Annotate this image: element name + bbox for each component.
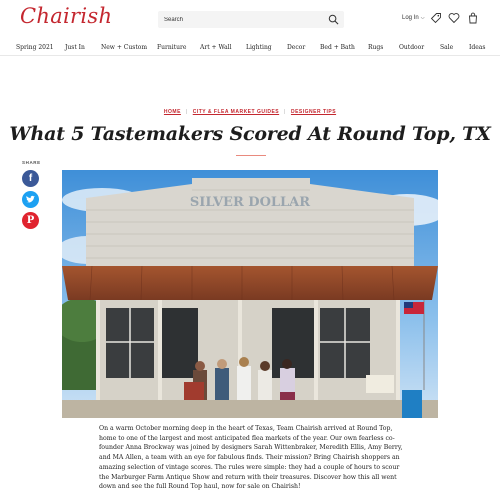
breadcrumb-designer-tips[interactable]: DESIGNER TIPS [291, 109, 336, 115]
nav-item-outdoor[interactable]: Outdoor [399, 44, 424, 51]
search-input[interactable] [164, 11, 324, 28]
article-body: On a warm October morning deep in the he… [99, 425, 403, 491]
nav-item-furniture[interactable]: Furniture [157, 44, 186, 51]
title-divider [236, 155, 266, 156]
share-label: SHARE [22, 160, 41, 165]
page-title: What 5 Tastemakers Scored At Round Top, … [9, 123, 491, 145]
nav-item-decor[interactable]: Decor [287, 44, 305, 51]
nav-item-art-wall[interactable]: Art + Wall [200, 44, 232, 51]
chevron-down-icon: ⌵ [420, 15, 425, 21]
nav-item-rugs[interactable]: Rugs [368, 44, 383, 51]
building-sign: SILVER DOLLAR [190, 195, 310, 210]
facebook-icon[interactable]: f [22, 170, 39, 187]
search-bar[interactable] [158, 11, 344, 28]
heart-icon[interactable] [448, 12, 460, 24]
cart-icon[interactable] [467, 12, 479, 24]
nav-item-lighting[interactable]: Lighting [246, 44, 272, 51]
chairish-logo[interactable]: Chairish [20, 4, 112, 28]
main-nav: Spring 2021 Just In New + Custom Furnitu… [0, 40, 500, 56]
nav-item-new-custom[interactable]: New + Custom [101, 44, 147, 51]
login-label: Log In [402, 15, 419, 21]
breadcrumb-home[interactable]: HOME [164, 109, 181, 115]
hero-photo: SILVER DOLLAR [62, 170, 438, 418]
site-header: Chairish Log In⌵ [0, 0, 500, 38]
pinterest-icon[interactable]: P [22, 212, 39, 229]
breadcrumb-city-flea-market-guides[interactable]: CITY & FLEA MARKET GUIDES [193, 109, 279, 115]
breadcrumb: HOME | CITY & FLEA MARKET GUIDES | DESIGNER … [163, 109, 337, 115]
tag-icon[interactable] [430, 12, 442, 24]
twitter-icon[interactable] [22, 191, 39, 208]
nav-item-spring-2021[interactable]: Spring 2021 [16, 44, 54, 51]
nav-item-just-in[interactable]: Just In [65, 44, 85, 51]
login-link[interactable]: Log In ⌵ [402, 15, 424, 21]
nav-item-bed-bath[interactable]: Bed + Bath [320, 44, 355, 51]
search-icon[interactable] [328, 14, 339, 25]
nav-item-ideas[interactable]: Ideas [469, 44, 485, 51]
nav-item-sale[interactable]: Sale [440, 44, 453, 51]
